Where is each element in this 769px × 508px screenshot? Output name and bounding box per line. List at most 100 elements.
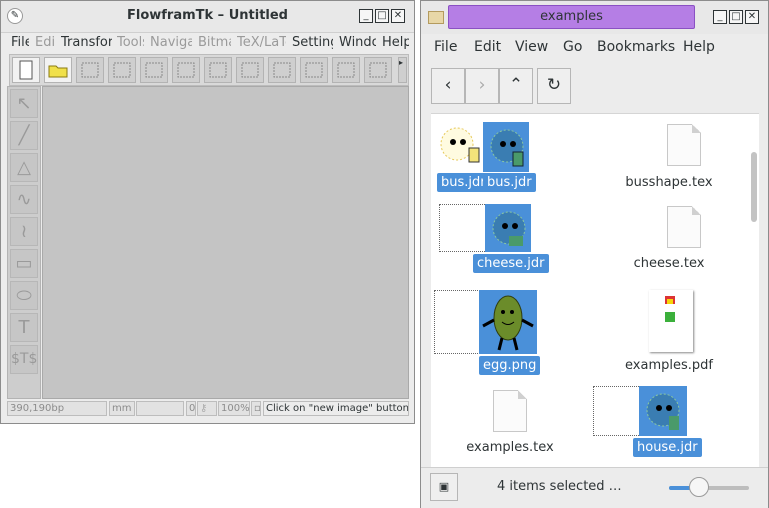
file-name: busshape.tex xyxy=(625,175,713,190)
open-folder-icon[interactable] xyxy=(44,57,72,83)
zoom-slider-handle[interactable] xyxy=(689,477,710,497)
file-name: examples.pdf xyxy=(625,358,713,373)
close-icon[interactable]: ✕ xyxy=(391,9,405,23)
rectangle-tool-icon[interactable]: ▭ xyxy=(10,249,38,278)
file-item[interactable]: cheese.tex xyxy=(595,202,743,278)
window-title: FlowframTk – Untitled xyxy=(126,8,288,23)
select-tool-icon[interactable]: ↖ xyxy=(10,89,38,118)
zoom-prefix-field: 0 xyxy=(186,401,196,416)
menu-tex-latex[interactable]: TeX/LaTeX xyxy=(237,35,286,50)
reload-icon: ↻ xyxy=(546,75,562,95)
minimize-icon[interactable]: _ xyxy=(713,10,727,24)
egg-thumbnail-selected xyxy=(479,290,537,354)
file-name: bus.jdr xyxy=(483,173,536,192)
text-file-icon xyxy=(667,206,701,248)
toolbar: ▸ xyxy=(9,54,409,86)
drawing-canvas[interactable] xyxy=(42,86,409,399)
toolbar-more-icon[interactable]: ▸ xyxy=(398,57,407,83)
menu-window[interactable]: Window xyxy=(339,35,376,50)
save-icon[interactable] xyxy=(76,57,104,83)
coordinates-readout: 390,190bp xyxy=(7,401,107,416)
up-button[interactable]: ⌃ xyxy=(499,68,533,104)
scrollbar[interactable] xyxy=(751,152,757,222)
blank-field xyxy=(136,401,184,416)
up-icon: ⌃ xyxy=(508,75,524,95)
menu-bookmarks[interactable]: Bookmarks xyxy=(597,39,675,55)
minimize-icon[interactable]: _ xyxy=(359,9,373,23)
file-name: cheese.tex xyxy=(633,256,705,271)
drag-outline xyxy=(434,290,482,354)
back-button[interactable]: ‹ xyxy=(431,68,465,104)
closed-curve-tool-icon[interactable]: ≀ xyxy=(10,217,38,246)
status-bar: 390,190bp mm 0 ⚷ 100% ▫ Click on "new im… xyxy=(7,401,409,417)
file-name: house.jdr xyxy=(633,438,702,457)
file-item[interactable]: examples.tex xyxy=(431,386,595,462)
menu-file[interactable]: File xyxy=(11,35,29,50)
maximize-icon[interactable]: □ xyxy=(729,10,743,24)
image-description-icon[interactable] xyxy=(140,57,168,83)
tool-sidebar: ↖ ╱ △ ∿ ≀ ▭ ⬭ T $T$ xyxy=(7,86,41,399)
grid-icon[interactable] xyxy=(300,57,328,83)
menu-go[interactable]: Go xyxy=(563,39,582,55)
text-file-icon xyxy=(493,390,527,432)
text-tool-icon[interactable]: T xyxy=(10,313,38,342)
titlebar[interactable]: ✎ FlowframTk – Untitled _ □ ✕ xyxy=(1,1,414,33)
menu-bitmap[interactable]: Bitmap xyxy=(198,35,231,50)
menu-view[interactable]: View xyxy=(515,39,548,55)
file-icon-view[interactable]: bus.jdr bus.jdr busshape.tex cheese.jdr … xyxy=(431,113,759,468)
toggle-sidebar-button[interactable]: ▣ xyxy=(430,473,458,501)
text-file-icon xyxy=(667,124,701,166)
menu-file[interactable]: File xyxy=(434,39,457,55)
bitmap-icon[interactable] xyxy=(204,57,232,83)
cheese-thumbnail-selected xyxy=(485,204,531,252)
image-move-icon[interactable] xyxy=(172,57,200,83)
closed-line-tool-icon[interactable]: △ xyxy=(10,153,38,182)
path-edit-icon[interactable] xyxy=(236,57,264,83)
file-item[interactable]: cheese.jdr xyxy=(431,202,571,278)
reload-button[interactable]: ↻ xyxy=(537,68,571,104)
maximize-icon[interactable]: □ xyxy=(375,9,389,23)
resize-icon[interactable] xyxy=(364,57,392,83)
back-icon: ‹ xyxy=(444,75,452,95)
forward-button[interactable]: › xyxy=(465,68,499,104)
menu-navigate[interactable]: Navigate xyxy=(150,35,192,50)
folder-icon xyxy=(428,11,444,24)
menubar: File Edit View Go Bookmarks Help xyxy=(421,37,768,59)
open-curve-tool-icon[interactable]: ∿ xyxy=(10,185,38,214)
drag-outline xyxy=(439,204,487,252)
zoom-field[interactable]: 100% xyxy=(218,401,250,416)
distribute-icon[interactable] xyxy=(268,57,296,83)
bus-thumbnail-selected xyxy=(483,122,529,172)
file-item[interactable]: busshape.tex xyxy=(595,114,743,194)
menu-help[interactable]: Help xyxy=(382,35,409,50)
file-item[interactable]: examples.pdf xyxy=(595,290,743,378)
titlebar[interactable]: examples _ □ ✕ xyxy=(421,1,768,34)
ellipse-tool-icon[interactable]: ⬭ xyxy=(10,281,38,310)
menu-edit[interactable]: Edit xyxy=(474,39,501,55)
house-thumbnail-selected xyxy=(639,386,687,436)
new-file-icon[interactable] xyxy=(12,57,40,83)
file-item[interactable]: egg.png xyxy=(431,290,571,378)
file-item[interactable]: bus.jdr bus.jdr xyxy=(431,114,541,194)
pdf-thumbnail xyxy=(649,290,693,352)
zoom-button[interactable]: ▫ xyxy=(251,401,261,416)
window-title: examples xyxy=(448,5,695,29)
menu-settings[interactable]: Settings xyxy=(292,35,333,50)
bus-thumbnail xyxy=(435,122,483,172)
menu-edit[interactable]: Edit xyxy=(35,35,55,50)
menu-transform[interactable]: Transform xyxy=(61,35,112,50)
file-name: examples.tex xyxy=(466,440,554,455)
file-item[interactable]: house.jdr xyxy=(593,386,743,466)
unit-field[interactable]: mm xyxy=(109,401,135,416)
flowframtk-window: ✎ FlowframTk – Untitled _ □ ✕ File Edi t … xyxy=(0,0,415,424)
shape-icon[interactable] xyxy=(332,57,360,83)
key-icon: ⚷ xyxy=(197,401,217,416)
image-select-icon[interactable] xyxy=(108,57,136,83)
math-tool-icon[interactable]: $T$ xyxy=(10,345,38,374)
close-icon[interactable]: ✕ xyxy=(745,10,759,24)
file-name: egg.png xyxy=(479,356,541,375)
file-manager-window: examples _ □ ✕ File Edit View Go Bookmar… xyxy=(420,0,769,508)
menu-help[interactable]: Help xyxy=(683,39,715,55)
open-line-tool-icon[interactable]: ╱ xyxy=(10,121,38,150)
menu-tools[interactable]: Tools xyxy=(117,35,144,50)
